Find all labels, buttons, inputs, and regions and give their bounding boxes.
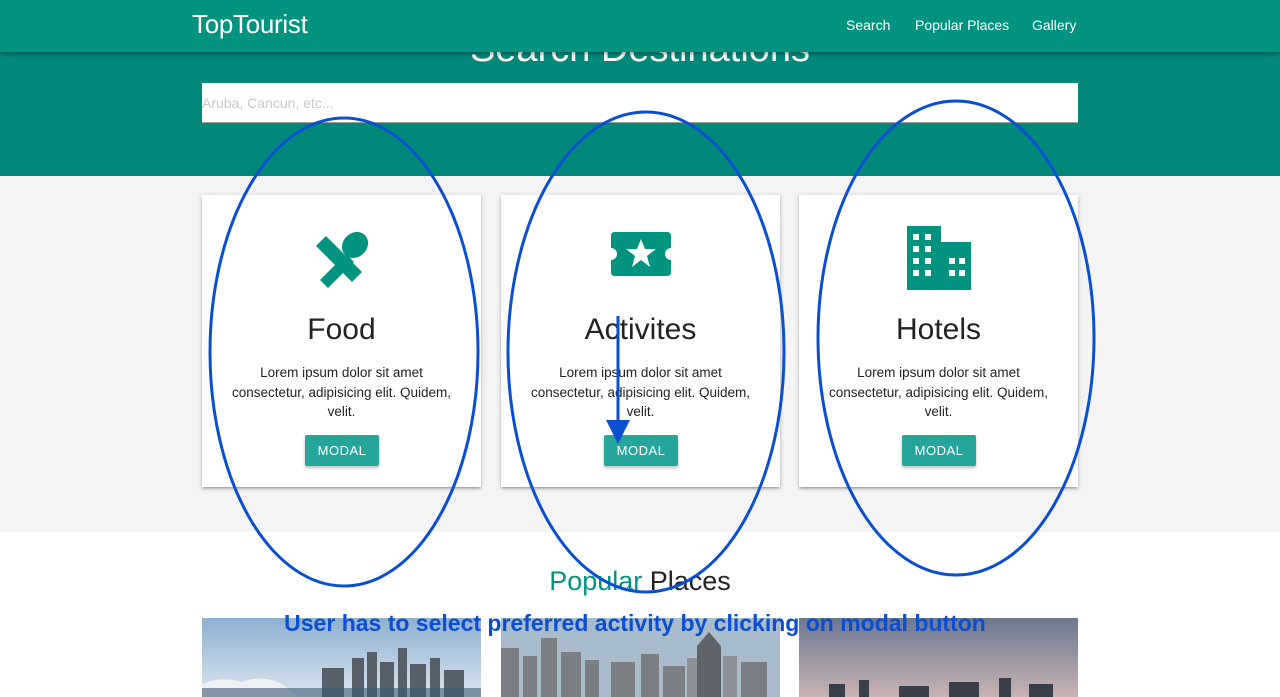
hotels-modal-button[interactable]: MODAL	[902, 435, 976, 466]
nav-link-gallery[interactable]: Gallery	[1032, 17, 1076, 33]
utensils-icon	[316, 231, 369, 288]
nav-link-popular-places[interactable]: Popular Places	[915, 17, 1009, 33]
annotation-caption: User has to select preferred activity by…	[284, 610, 986, 636]
popular-title-accent: Popular	[549, 566, 643, 596]
navbar: TopTourist Search Popular Places Gallery	[0, 0, 1280, 52]
food-card: Food Lorem ipsum dolor sit amet consecte…	[202, 195, 481, 487]
card-text: Lorem ipsum dolor sit amet consectetur, …	[828, 365, 1049, 419]
building-icon	[907, 226, 971, 290]
card-title: Food	[307, 313, 376, 346]
food-modal-button[interactable]: MODAL	[305, 435, 379, 466]
destination-search-input[interactable]	[202, 83, 1078, 123]
brand-logo[interactable]: TopTourist	[192, 9, 308, 40]
card-text: Lorem ipsum dolor sit amet consectetur, …	[530, 365, 751, 419]
card-title: Activites	[584, 313, 697, 346]
card-title: Hotels	[895, 313, 982, 346]
popular-title-rest: Places	[642, 566, 731, 596]
activities-card: Activites Lorem ipsum dolor sit amet con…	[501, 195, 780, 487]
nav-link-search[interactable]: Search	[846, 17, 890, 33]
ticket-star-icon	[611, 232, 671, 276]
card-text: Lorem ipsum dolor sit amet consectetur, …	[231, 365, 452, 419]
popular-places-title: Popular Places	[0, 566, 1280, 597]
hotels-card: Hotels Lorem ipsum dolor sit amet consec…	[799, 195, 1078, 487]
activities-modal-button[interactable]: MODAL	[604, 435, 678, 466]
